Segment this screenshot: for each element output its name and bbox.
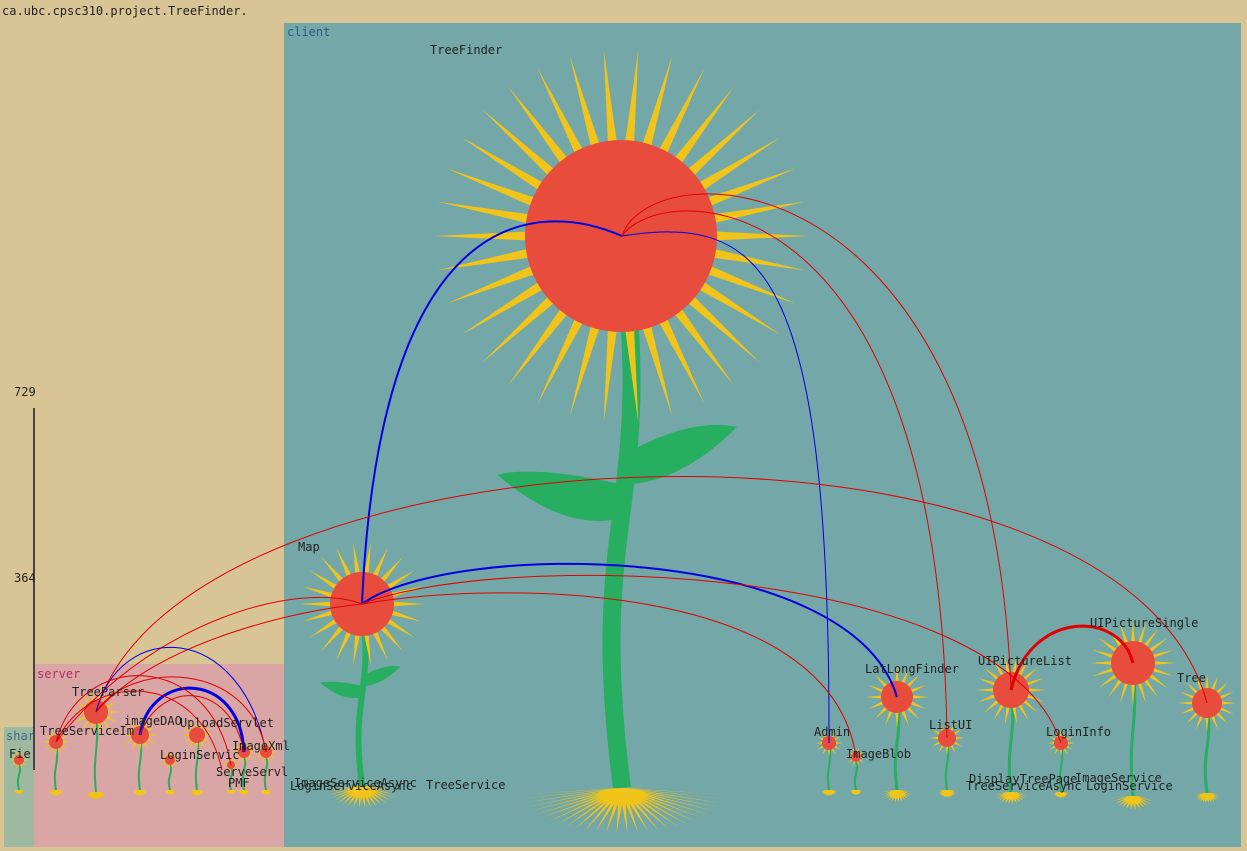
dependency-visualization: ca.ubc.cpsc310.project.TreeFinder. clien…	[2, 4, 1241, 847]
class-label-treeserviceasync: TreeServiceAsync	[966, 779, 1082, 793]
class-label-treeservice: TreeService	[426, 778, 505, 792]
scale-top-label: 729	[14, 385, 36, 399]
class-label-serveservlet: ServeServl	[216, 765, 288, 779]
class-label-logininfo: LoginInfo	[1046, 725, 1111, 739]
class-label-treeserviceimpl: TreeServiceIm	[40, 724, 134, 738]
shared-package-label: shar	[6, 729, 35, 743]
class-label-imagexml: ImageXml	[232, 739, 290, 753]
class-label-treeparser: TreeParser	[72, 685, 144, 699]
class-label-uipicturelist: UIPictureList	[978, 654, 1072, 668]
class-label-listui: ListUI	[929, 718, 972, 732]
scale-mid-label: 364	[14, 571, 36, 585]
class-label-imagedao: imageDAO	[124, 714, 182, 728]
class-label-fie: Fie	[9, 747, 31, 761]
class-label-loginserviceasync: LoginServiceAsync	[290, 779, 413, 793]
class-label-imageblob: ImageBlob	[846, 747, 911, 761]
class-label-latlongfinder: LatLongFinder	[865, 662, 959, 676]
class-label-treefinder: TreeFinder	[430, 43, 502, 57]
class-label-loginserviceimpl: LoginServic	[160, 748, 239, 762]
class-label-tree: Tree	[1177, 671, 1206, 685]
class-label-map: Map	[298, 540, 320, 554]
class-label-pmf: PMF	[228, 776, 250, 790]
client-package[interactable]	[284, 23, 1241, 847]
class-label-loginservice: LoginService	[1086, 779, 1173, 793]
class-label-uipicturesingle: UIPictureSingle	[1090, 616, 1198, 630]
server-package-label: server	[37, 667, 80, 681]
client-package-label: client	[287, 25, 330, 39]
class-label-admin: Admin	[814, 725, 850, 739]
project-title: ca.ubc.cpsc310.project.TreeFinder.	[2, 4, 248, 18]
class-label-uploadservlet: UploadServlet	[180, 716, 274, 730]
